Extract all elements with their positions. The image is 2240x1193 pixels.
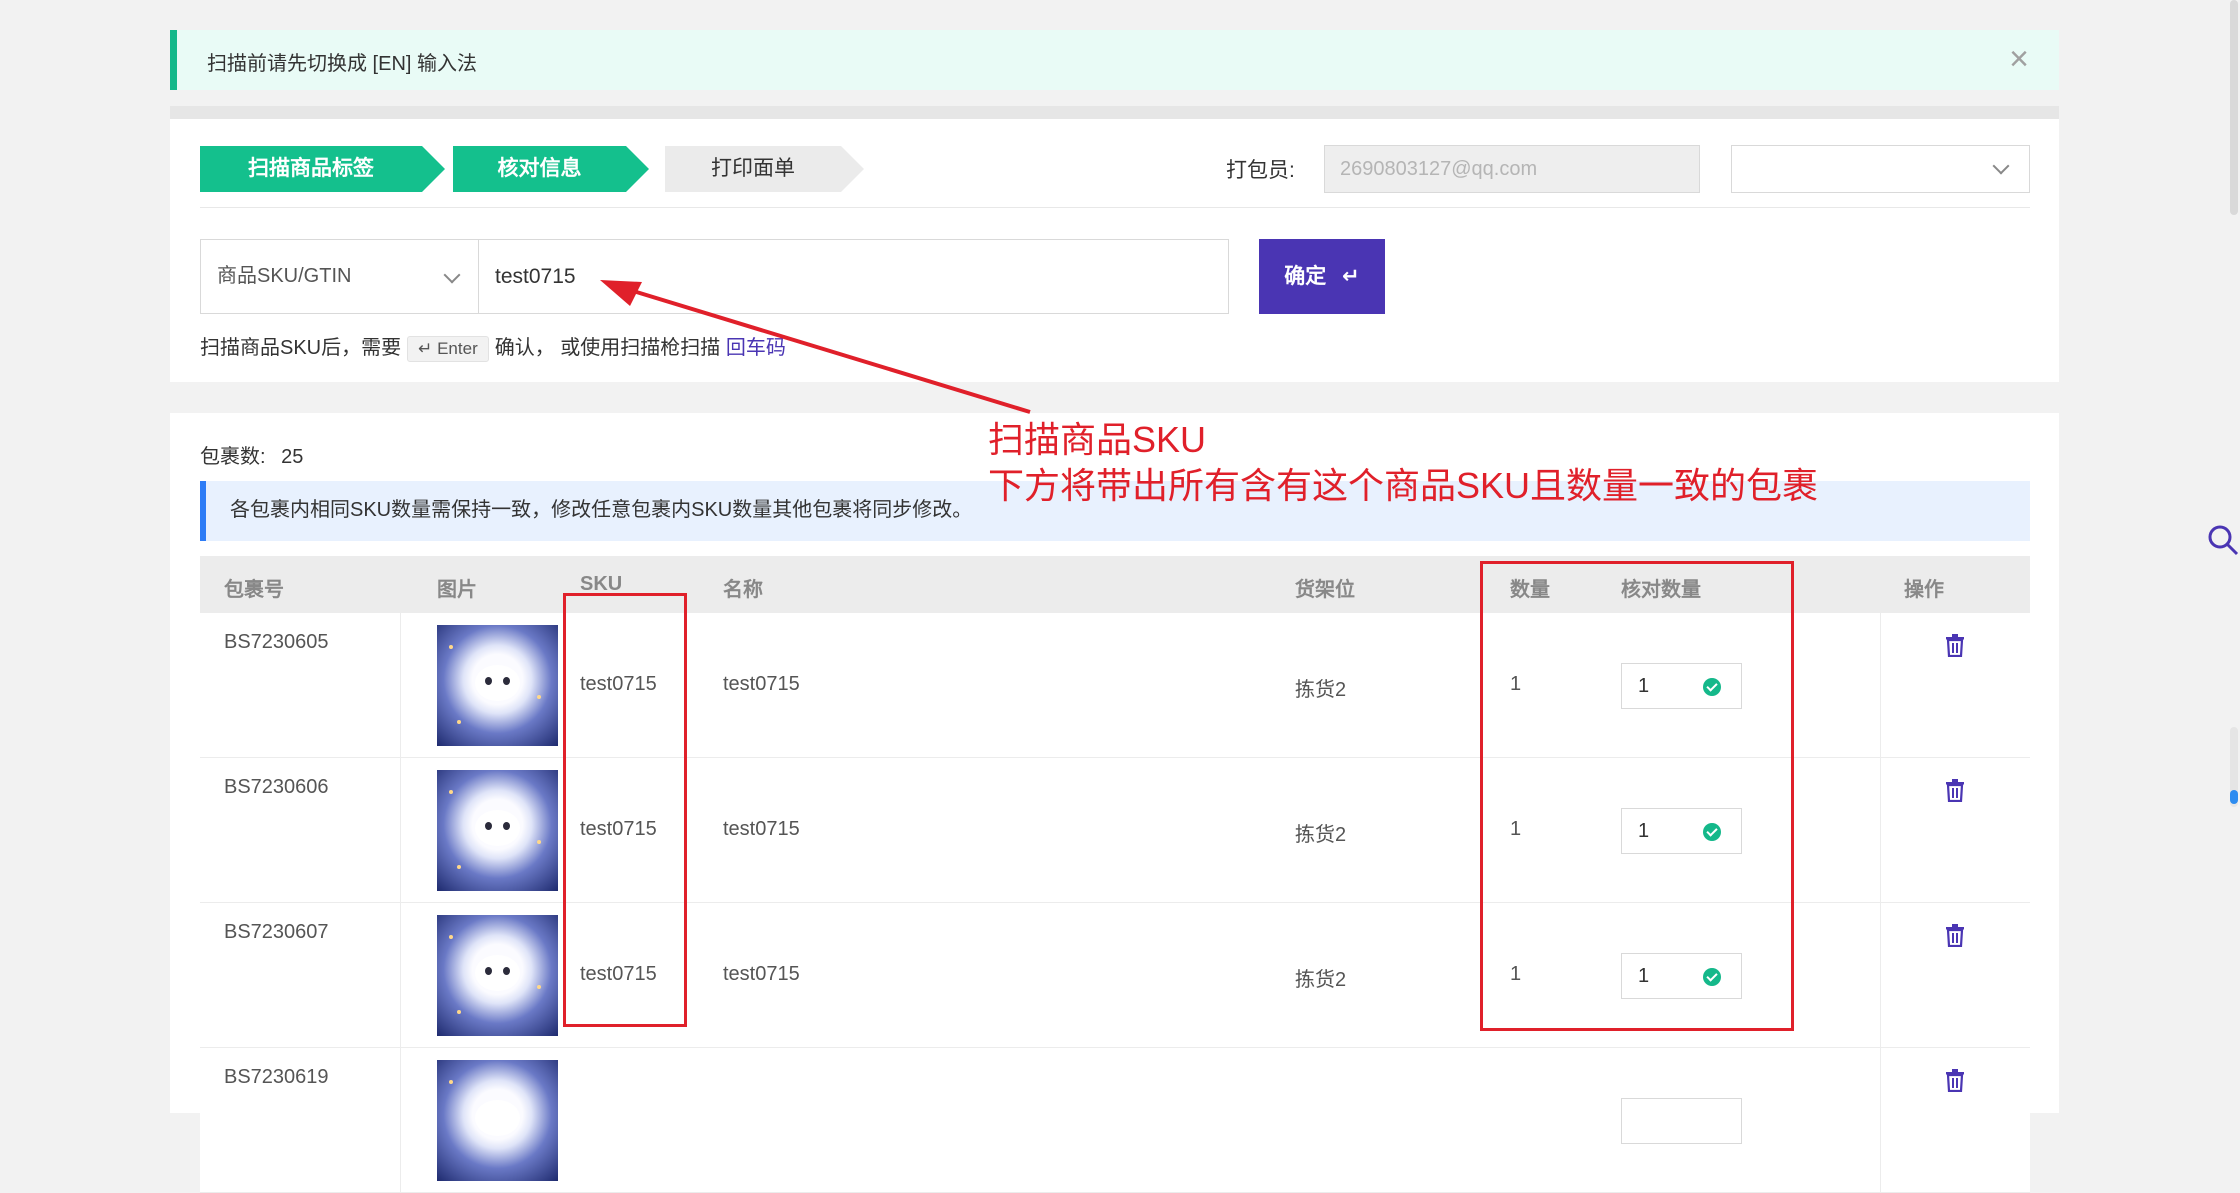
step-scan-label[interactable]: 扫描商品标签: [200, 146, 445, 192]
sparkle-shape: [457, 865, 461, 869]
shelf-cell: 拣货2: [1295, 679, 1347, 701]
sparkle-shape: [537, 840, 541, 844]
cell-divider: [400, 613, 401, 758]
packer-label: 打包员:: [1226, 159, 1295, 182]
step-print-label[interactable]: 打印面单: [665, 146, 864, 192]
bear-eye-shape: [503, 822, 510, 830]
sku-type-label: 商品SKU/GTIN: [217, 265, 352, 287]
package-no: BS7230606: [224, 776, 329, 798]
scrollbar-thumb[interactable]: [2230, 0, 2238, 215]
enter-key-hint: ↵ Enter: [407, 336, 489, 362]
sparkle-shape: [457, 720, 461, 724]
qty-highlight-box: [1480, 561, 1794, 1031]
check-qty-input[interactable]: [1621, 1098, 1742, 1144]
sparkle-shape: [537, 695, 541, 699]
step-arrow-icon: [841, 146, 864, 192]
confirm-button[interactable]: 确定 ↵: [1259, 239, 1385, 314]
name-cell: test0715: [723, 963, 800, 985]
cell-divider: [1880, 758, 1881, 903]
package-no: BS7230619: [224, 1066, 329, 1088]
confirm-label: 确定: [1284, 265, 1327, 288]
col-shelf: 货架位: [1295, 579, 1355, 601]
step-arrow-icon: [422, 146, 445, 192]
chevron-down-icon: [1992, 157, 2010, 175]
sparkle-shape: [449, 645, 453, 649]
close-icon[interactable]: ×: [2009, 42, 2029, 76]
shelf-cell: 拣货2: [1295, 969, 1347, 991]
sparkle-shape: [449, 1080, 453, 1084]
step-scan-label-text: 扫描商品标签: [248, 157, 374, 180]
package-no: BS7230605: [224, 631, 329, 653]
bear-eye-shape: [503, 967, 510, 975]
trash-icon[interactable]: [1944, 778, 1966, 802]
search-icon[interactable]: [2206, 523, 2240, 557]
trash-icon[interactable]: [1944, 633, 1966, 657]
bear-face-shape: [475, 955, 520, 991]
package-count: 包裹数: 25: [200, 440, 303, 469]
packer-input[interactable]: 2690803127@qq.com: [1324, 145, 1700, 193]
trash-icon[interactable]: [1944, 1068, 1966, 1092]
trash-icon[interactable]: [1944, 923, 1966, 947]
sparkle-shape: [457, 1010, 461, 1014]
annotation-text-2: 下方将带出所有含有这个商品SKU且数量一致的包裹: [988, 465, 1819, 506]
chevron-down-icon: [443, 266, 461, 284]
product-image: [437, 625, 558, 746]
step-arrow-icon: [626, 146, 649, 192]
name-cell: test0715: [723, 818, 800, 840]
bear-face-shape: [475, 665, 520, 701]
name-cell: test0715: [723, 673, 800, 695]
bear-face-shape: [475, 1100, 520, 1136]
cell-divider: [1880, 1048, 1881, 1193]
bear-eye-shape: [503, 677, 510, 685]
col-package-no: 包裹号: [224, 579, 284, 601]
cell-divider: [400, 1048, 401, 1193]
notice-bar: 扫描前请先切换成 [EN] 输入法 ×: [170, 30, 2059, 90]
col-actions: 操作: [1904, 579, 1944, 601]
hint-prefix: 扫描商品SKU后，需要: [200, 337, 402, 359]
sparkle-shape: [537, 985, 541, 989]
annotation-text-1: 扫描商品SKU: [988, 419, 1207, 460]
step-verify-info-text: 核对信息: [497, 157, 582, 180]
cell-divider: [400, 758, 401, 903]
product-image: [437, 770, 558, 891]
step-print-label-text: 打印面单: [711, 157, 795, 180]
cell-divider: [1880, 903, 1881, 1048]
cell-divider: [400, 903, 401, 1048]
package-no: BS7230607: [224, 921, 329, 943]
sku-highlight-box: [563, 593, 687, 1027]
bear-eye-shape: [485, 677, 492, 685]
scan-card: 扫描商品标签 核对信息 打印面单 打包员: 2690803127@qq.com …: [170, 119, 2059, 382]
product-image: [437, 1060, 558, 1181]
package-count-value: 25: [281, 446, 304, 468]
bear-eye-shape: [485, 822, 492, 830]
divider-strip: [170, 106, 2059, 119]
bear-eye-shape: [485, 967, 492, 975]
sparkle-shape: [449, 935, 453, 939]
col-image: 图片: [437, 579, 477, 601]
enter-icon: ↵: [1342, 265, 1360, 288]
sku-type-select[interactable]: 商品SKU/GTIN: [200, 239, 479, 314]
sparkle-shape: [449, 790, 453, 794]
package-count-label: 包裹数:: [200, 446, 266, 468]
side-scroll-indicator: [2230, 790, 2238, 804]
shelf-cell: 拣货2: [1295, 824, 1347, 846]
notice-text: 扫描前请先切换成 [EN] 输入法: [207, 53, 478, 75]
step-verify-info[interactable]: 核对信息: [453, 146, 649, 192]
annotation-arrow-icon: [600, 280, 1031, 414]
bear-face-shape: [475, 810, 520, 846]
col-name: 名称: [723, 579, 763, 601]
table-row: BS7230619: [200, 1048, 2030, 1193]
packer-select[interactable]: [1731, 145, 2030, 193]
cell-divider: [1880, 613, 1881, 758]
divider: [200, 207, 2030, 208]
product-image: [437, 915, 558, 1036]
